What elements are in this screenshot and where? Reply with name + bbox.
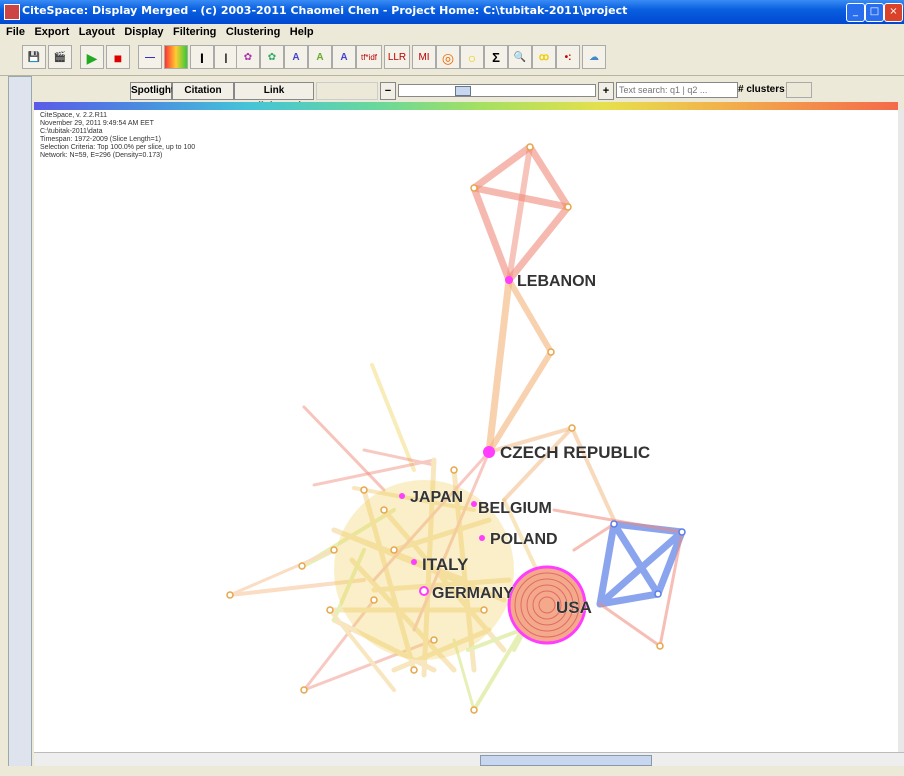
link-walkthrough-button[interactable]: Link Walkthrough [234,82,314,112]
belgium-node[interactable] [471,501,477,507]
timeline-icon[interactable]: I [190,45,214,69]
mi-button[interactable]: MI [412,45,436,69]
menu-display[interactable]: Display [124,24,163,41]
label-lebanon: LEBANON [517,273,596,290]
menu-clustering[interactable]: Clustering [226,24,280,41]
maximize-button[interactable]: □ [865,3,884,22]
label-usa: USA [556,598,592,617]
label-japan: JAPAN [410,489,463,506]
menubar: File Export Layout Display Filtering Clu… [0,24,904,41]
horizontal-scroll-thumb[interactable] [480,755,652,766]
line-icon[interactable]: — [138,45,162,69]
zoom-slider[interactable] [398,84,596,97]
zoom-in-icon[interactable]: + [598,82,614,100]
network-canvas[interactable]: CiteSpace, v. 2.2.R11 November 29, 2011 … [34,110,898,752]
cluster-view2-icon[interactable]: ✿ [260,45,284,69]
label-poland: POLAND [490,531,558,548]
clusters-field[interactable] [786,82,812,98]
sigma-icon[interactable]: Σ [484,45,508,69]
tree-icon-3[interactable]: A [332,45,356,69]
label-czech-republic: CZECH REPUBLIC [500,443,650,462]
tfidf-button[interactable]: tf*idf [356,45,382,69]
app-icon [4,4,20,20]
lebanon-node[interactable] [505,276,513,284]
llr-button[interactable]: LLR [384,45,410,69]
italy-node[interactable] [411,559,417,565]
cluster-view-icon[interactable]: ✿ [236,45,260,69]
menu-export[interactable]: Export [34,24,69,41]
play-icon[interactable]: ▶ [80,45,104,69]
menu-file[interactable]: File [6,24,25,41]
stop-icon[interactable]: ■ [106,45,130,69]
nodes-yellow-icon[interactable]: ꝏ [532,45,556,69]
close-button[interactable]: × [884,3,903,22]
circle-yellow-icon[interactable]: ○ [460,45,484,69]
spotlight-button[interactable]: Spotlight [130,82,174,100]
wordcloud-icon[interactable]: ☁ [582,45,606,69]
label-germany: GERMANY [432,585,514,602]
blank-button [316,82,378,100]
search-yellow-icon[interactable]: 🔍 [508,45,532,69]
save-icon[interactable]: 💾 [22,45,46,69]
zoom-slider-thumb[interactable] [455,86,471,96]
window-titlebar: CiteSpace: Display Merged - (c) 2003-201… [0,0,904,24]
menu-help[interactable]: Help [290,24,314,41]
visualization-controls: Spotlight Citation Burst Link Walkthroug… [32,78,902,112]
zoom-out-icon[interactable]: − [380,82,396,100]
japan-node[interactable] [399,493,405,499]
heatmap-icon[interactable]: ▦ [164,45,188,69]
circle-target-icon[interactable]: ◎ [436,45,460,69]
menu-layout[interactable]: Layout [79,24,115,41]
menu-filtering[interactable]: Filtering [173,24,216,41]
clusters-label: # clusters [738,84,785,95]
poland-node[interactable] [479,535,485,541]
horizontal-scrollbar[interactable] [34,752,904,767]
toolbar: 💾 🎬 ▶ ■ — ▦ I I ✿ ✿ A A A tf*idf LLR MI … [0,41,904,76]
movie-icon[interactable]: 🎬 [48,45,72,69]
window-title: CiteSpace: Display Merged - (c) 2003-201… [22,4,628,17]
tree-icon-2[interactable]: A [308,45,332,69]
vertical-scrollbar[interactable] [898,110,904,752]
minimize-button[interactable]: _ [846,3,865,22]
left-side-panel[interactable] [8,76,32,768]
status-bar [0,766,904,776]
network-graph[interactable]: LEBANON CZECH REPUBLIC JAPAN BELGIUM POL… [34,110,898,752]
text-search-input[interactable] [616,82,738,98]
label-belgium: BELGIUM [478,500,552,517]
nodes-color-icon[interactable]: •: [556,45,580,69]
tree-icon-1[interactable]: A [284,45,308,69]
citation-burst-button[interactable]: Citation Burst [172,82,234,112]
timeline-color-bar [34,102,898,110]
text-cursor-icon[interactable]: I [214,45,238,69]
germany-node[interactable] [419,586,429,596]
label-italy: ITALY [422,555,469,574]
czech-republic-node[interactable] [483,446,495,458]
